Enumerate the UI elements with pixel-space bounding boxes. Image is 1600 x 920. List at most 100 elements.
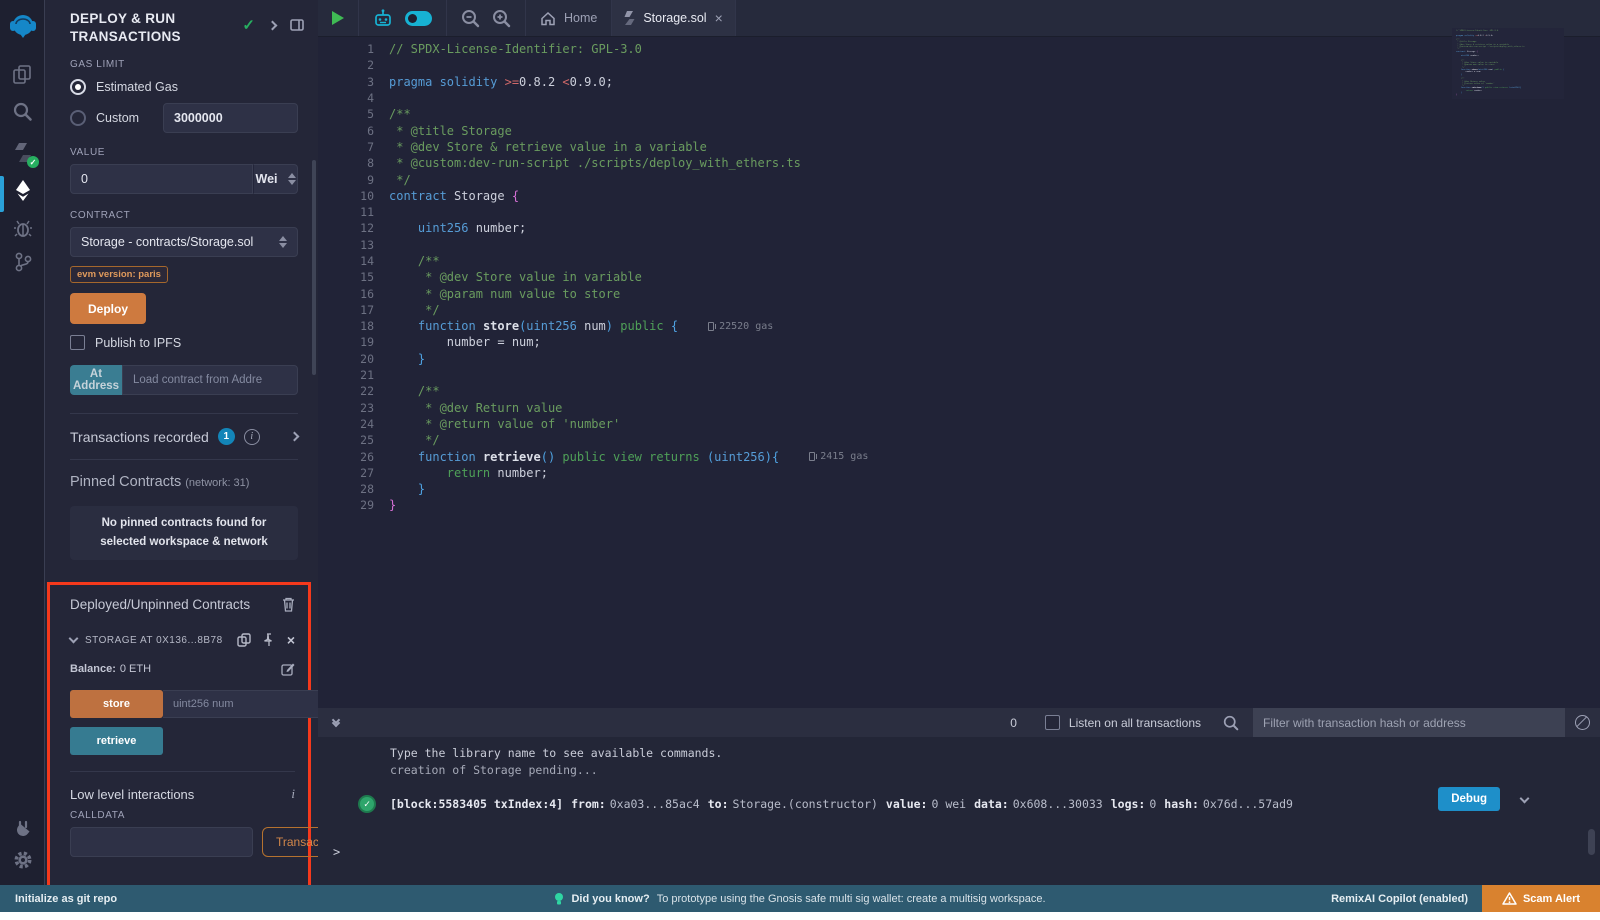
editor-toolbar: Home Storage.sol ×: [318, 0, 1600, 37]
line-number: 3: [318, 75, 374, 89]
code-line: 2: [318, 57, 1600, 73]
run-script-button[interactable]: [318, 0, 359, 36]
pinned-empty-line1: No pinned contracts found for: [102, 514, 267, 533]
debug-button[interactable]: Debug: [1438, 787, 1500, 811]
contract-select[interactable]: Storage - contracts/Storage.sol: [70, 227, 298, 257]
compile-status-check-icon: ✓: [242, 16, 255, 34]
deployed-contract-name: STORAGE AT 0X136...8B78: [85, 635, 223, 646]
calldata-input[interactable]: [70, 827, 253, 857]
value-input[interactable]: [70, 164, 253, 194]
code-line: 1// SPDX-License-Identifier: GPL-3.0: [318, 41, 1600, 57]
sidebar-item-file-explorer[interactable]: [0, 62, 45, 86]
line-number: 17: [318, 303, 374, 317]
value-unit-select[interactable]: Wei: [253, 164, 298, 194]
estimated-gas-radio[interactable]: [70, 79, 86, 95]
at-address-button[interactable]: At Address: [70, 365, 122, 395]
git-icon: [14, 252, 32, 272]
balance-value: 0 ETH: [120, 663, 151, 675]
retrieve-function-button[interactable]: retrieve: [70, 727, 163, 755]
line-number: 2: [318, 58, 374, 72]
code-line: 21: [318, 367, 1600, 383]
zoom-in-icon[interactable]: [492, 9, 511, 28]
terminal-scrollbar[interactable]: [1588, 829, 1595, 855]
compile-success-badge: ✓: [27, 156, 39, 168]
pin-contract-icon[interactable]: [263, 633, 275, 647]
code-line: 27 return number;: [318, 465, 1600, 481]
tab-storage-sol[interactable]: Storage.sol ×: [612, 0, 735, 36]
zoom-out-icon[interactable]: [461, 9, 480, 28]
line-number: 13: [318, 238, 374, 252]
terminal-toolbar: 0 Listen on all transactions: [318, 708, 1600, 737]
close-tab-icon[interactable]: ×: [715, 10, 723, 26]
copy-address-icon[interactable]: [237, 633, 251, 647]
search-icon: [13, 102, 32, 121]
contract-collapse-icon[interactable]: [69, 634, 79, 644]
remix-logo[interactable]: [0, 8, 45, 44]
copilot-toggle[interactable]: [405, 11, 432, 26]
deploy-run-panel: DEPLOY & RUN TRANSACTIONS ✓ GAS LIMIT Es…: [45, 0, 318, 885]
sidebar-item-settings[interactable]: [0, 848, 45, 872]
lightbulb-icon: [554, 892, 564, 906]
editor-minimap[interactable]: // SPDX-License-Identifier: GPL-3.0 prag…: [1452, 28, 1564, 99]
line-number: 19: [318, 335, 374, 349]
store-function-button[interactable]: store: [70, 690, 163, 718]
sidebar-item-search[interactable]: [0, 99, 45, 123]
edit-balance-icon[interactable]: [281, 662, 295, 676]
code-line: 3pragma solidity >=0.8.2 <0.9.0;: [318, 74, 1600, 90]
terminal-search-icon: [1223, 715, 1239, 731]
deployed-contracts-title: Deployed/Unpinned Contracts: [70, 597, 250, 612]
settings-gear-icon: [13, 850, 33, 870]
sidebar-item-plugin-manager[interactable]: [0, 818, 45, 842]
custom-gas-radio[interactable]: [70, 110, 86, 126]
tab-home[interactable]: Home: [526, 0, 612, 36]
active-tab-label: Storage.sol: [643, 11, 706, 25]
panel-scrollbar[interactable]: [312, 160, 316, 375]
code-line: 8 * @custom:dev-run-script ./scripts/dep…: [318, 155, 1600, 171]
code-editor[interactable]: 1// SPDX-License-Identifier: GPL-3.02 3pr…: [318, 37, 1600, 514]
remove-contract-icon[interactable]: ×: [287, 632, 295, 648]
publish-ipfs-label: Publish to IPFS: [95, 336, 181, 350]
pinned-empty-line2: selected workspace & network: [100, 533, 267, 552]
custom-gas-input[interactable]: [163, 103, 298, 133]
ai-copilot-robot-icon[interactable]: [373, 9, 393, 28]
transactions-info-icon[interactable]: i: [244, 429, 260, 445]
sidebar-item-git[interactable]: [0, 250, 45, 274]
transaction-filter-input[interactable]: [1253, 708, 1565, 737]
pinned-empty-message: No pinned contracts found for selected w…: [70, 506, 298, 560]
deploy-button[interactable]: Deploy: [70, 293, 146, 324]
line-number: 27: [318, 466, 374, 480]
sidebar-item-deploy-run[interactable]: [0, 178, 45, 204]
scam-alert-button[interactable]: Scam Alert: [1482, 885, 1600, 912]
copilot-status[interactable]: RemixAI Copilot (enabled): [1331, 893, 1468, 905]
code-line: 11: [318, 204, 1600, 220]
deployed-contracts-section-annotated: Deployed/Unpinned Contracts STORAGE AT 0…: [47, 582, 311, 885]
clear-all-trash-icon[interactable]: [282, 597, 295, 612]
line-number: 1: [318, 42, 374, 56]
tip-text: To prototype using the Gnosis safe multi…: [657, 893, 1046, 905]
code-line: 10contract Storage {: [318, 188, 1600, 204]
sidebar-item-solidity-compiler[interactable]: ✓: [0, 140, 45, 166]
tx-expand-icon[interactable]: [1520, 794, 1530, 804]
terminal-line: creation of Storage pending...: [318, 762, 1600, 779]
panel-forward-icon[interactable]: [268, 20, 278, 30]
transactions-expand-icon[interactable]: [290, 432, 300, 442]
transaction-log-row[interactable]: ✓ [block:5583405 txIndex:4]from:0xa03...…: [358, 795, 1485, 813]
publish-ipfs-checkbox[interactable]: [70, 335, 85, 350]
sidebar-item-debugger[interactable]: [0, 216, 45, 240]
low-level-info-icon[interactable]: i: [291, 786, 295, 802]
terminal-output[interactable]: Type the library name to see available c…: [318, 737, 1600, 885]
solidity-file-icon: [624, 10, 635, 26]
status-bar: Did you know? To prototype using the Gno…: [0, 885, 1600, 912]
tx-success-icon: ✓: [358, 795, 376, 813]
transact-button[interactable]: Transact: [262, 827, 318, 857]
estimated-gas-option[interactable]: Estimated Gas: [70, 79, 298, 95]
code-line: 14 /**: [318, 253, 1600, 269]
listen-all-checkbox[interactable]: [1045, 715, 1060, 730]
line-number: 21: [318, 368, 374, 382]
at-address-input[interactable]: [122, 365, 298, 395]
gas-pump-icon: [708, 322, 714, 331]
store-argument-input[interactable]: [163, 690, 318, 718]
clear-console-icon[interactable]: [1575, 715, 1590, 730]
terminal-collapse-icon[interactable]: [333, 720, 339, 726]
pin-panel-icon[interactable]: [290, 19, 304, 31]
